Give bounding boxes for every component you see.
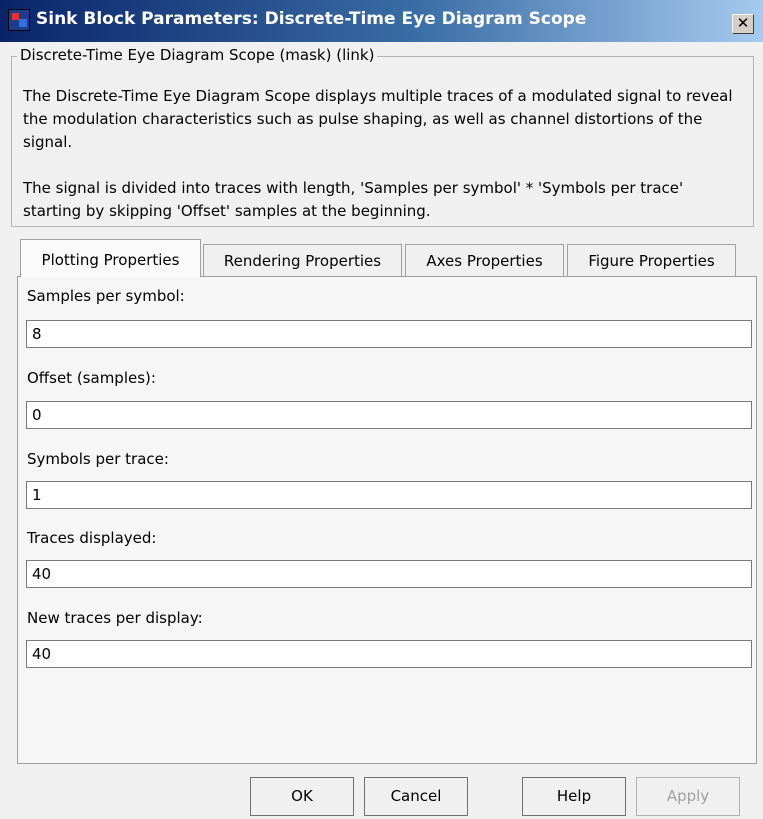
ok-button[interactable]: OK [250,777,354,816]
description-line: starting by skipping 'Offset' samples at… [23,202,431,220]
tab-rendering-properties[interactable]: Rendering Properties [203,244,402,276]
symbols-per-trace-label: Symbols per trace: [27,450,169,468]
offset-samples-label: Offset (samples): [27,369,156,387]
group-legend: Discrete-Time Eye Diagram Scope (mask) (… [17,46,378,64]
tab-label: Axes Properties [426,252,543,270]
tab-plotting-properties[interactable]: Plotting Properties [20,239,201,277]
close-icon: ✕ [736,14,750,32]
description-line: signal. [23,133,73,151]
description-paragraph-1: The Discrete-Time Eye Diagram Scope disp… [23,85,748,154]
description-line: The Discrete-Time Eye Diagram Scope disp… [23,87,733,105]
symbols-per-trace-input[interactable] [26,481,752,509]
traces-displayed-label: Traces displayed: [27,529,157,547]
samples-per-symbol-input[interactable] [26,320,752,348]
close-button[interactable]: ✕ [732,14,754,34]
help-button[interactable]: Help [522,777,626,816]
description-line: the modulation characteristics such as p… [23,110,703,128]
traces-displayed-input[interactable] [26,560,752,588]
tab-label: Plotting Properties [41,251,180,269]
simulink-block-icon [8,9,30,31]
tab-panel-plotting [17,276,757,764]
new-traces-per-display-input[interactable] [26,640,752,668]
tab-label: Figure Properties [588,252,715,270]
tab-figure-properties[interactable]: Figure Properties [567,244,736,276]
samples-per-symbol-label: Samples per symbol: [27,287,185,305]
tab-label: Rendering Properties [223,252,382,270]
new-traces-per-display-label: New traces per display: [27,609,203,627]
title-bar[interactable]: Sink Block Parameters: Discrete-Time Eye… [0,0,763,42]
offset-samples-input[interactable] [26,401,752,429]
apply-button[interactable]: Apply [636,777,740,816]
tab-axes-properties[interactable]: Axes Properties [405,244,564,276]
cancel-button[interactable]: Cancel [364,777,468,816]
description-paragraph-2: The signal is divided into traces with l… [23,177,748,223]
window-title: Sink Block Parameters: Discrete-Time Eye… [36,9,587,29]
description-line: The signal is divided into traces with l… [23,179,684,197]
